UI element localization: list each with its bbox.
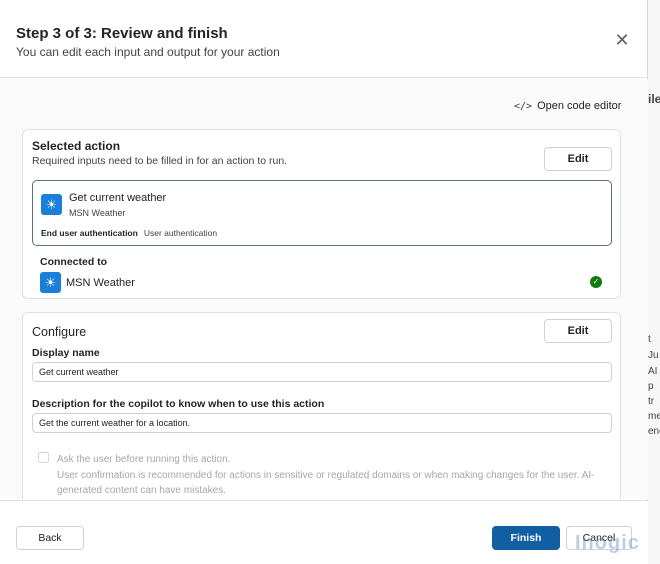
dialog-subtitle: You can edit each input and output for y… xyxy=(16,45,280,59)
action-name: Get current weather xyxy=(69,192,167,204)
action-connector: MSN Weather xyxy=(69,208,126,218)
open-code-editor-label: Open code editor xyxy=(537,100,622,112)
background-text: t xyxy=(648,334,651,345)
display-name-field[interactable]: Get current weather xyxy=(32,362,612,382)
edit-selected-action-button[interactable]: Edit xyxy=(544,147,612,171)
open-code-editor-link[interactable]: </> Open code editor xyxy=(514,100,621,112)
dialog-header: Step 3 of 3: Review and finish You can e… xyxy=(0,0,648,78)
configure-card: Configure Edit Display name Get current … xyxy=(22,312,621,499)
background-text: p xyxy=(648,381,654,392)
auth-label: End user authentication xyxy=(41,228,138,238)
auth-row: End user authentication User authenticati… xyxy=(41,228,217,238)
checkmark-icon: ✓ xyxy=(590,276,602,288)
background-text: ile xyxy=(648,92,660,106)
edit-configure-button[interactable]: Edit xyxy=(544,319,612,343)
connection-name: MSN Weather xyxy=(66,277,135,289)
background-text: me xyxy=(648,411,660,422)
close-icon[interactable]: ✕ xyxy=(613,31,631,49)
selected-action-card: Selected action Required inputs need to … xyxy=(22,129,621,299)
review-dialog: Step 3 of 3: Review and finish You can e… xyxy=(0,0,648,564)
ask-user-text: Ask the user before running this action.… xyxy=(57,452,617,499)
dialog-title: Step 3 of 3: Review and finish xyxy=(16,25,228,42)
display-name-label: Display name xyxy=(32,347,100,359)
code-icon: </> xyxy=(514,100,533,112)
background-text: tr xyxy=(648,396,655,407)
connected-to-label: Connected to xyxy=(40,256,108,268)
ask-user-label: Ask the user before running this action. xyxy=(57,454,231,465)
finish-button[interactable]: Finish xyxy=(492,526,560,550)
back-button[interactable]: Back xyxy=(16,526,84,550)
sun-icon: ☀ xyxy=(41,194,62,215)
configure-title: Configure xyxy=(32,325,87,339)
selected-action-description: Required inputs need to be filled in for… xyxy=(32,155,288,167)
selected-action-title: Selected action xyxy=(32,139,121,153)
description-label: Description for the copilot to know when… xyxy=(32,398,325,410)
sun-icon: ☀ xyxy=(40,272,61,293)
background-text: AI xyxy=(648,366,658,377)
dialog-body: </> Open code editor Selected action Req… xyxy=(0,79,648,499)
background-text: Ju xyxy=(648,350,659,361)
background-text: ene xyxy=(648,426,660,437)
ask-user-help: User confirmation is recommended for act… xyxy=(57,469,595,497)
description-field[interactable]: Get the current weather for a location. xyxy=(32,413,612,433)
dialog-footer: Back Finish Cancel xyxy=(0,500,648,564)
auth-value: User authentication xyxy=(143,228,218,238)
action-tile[interactable]: ☀ Get current weather MSN Weather End us… xyxy=(32,180,612,246)
ask-user-checkbox[interactable] xyxy=(38,452,49,463)
watermark-logo: Inogic xyxy=(575,532,640,554)
